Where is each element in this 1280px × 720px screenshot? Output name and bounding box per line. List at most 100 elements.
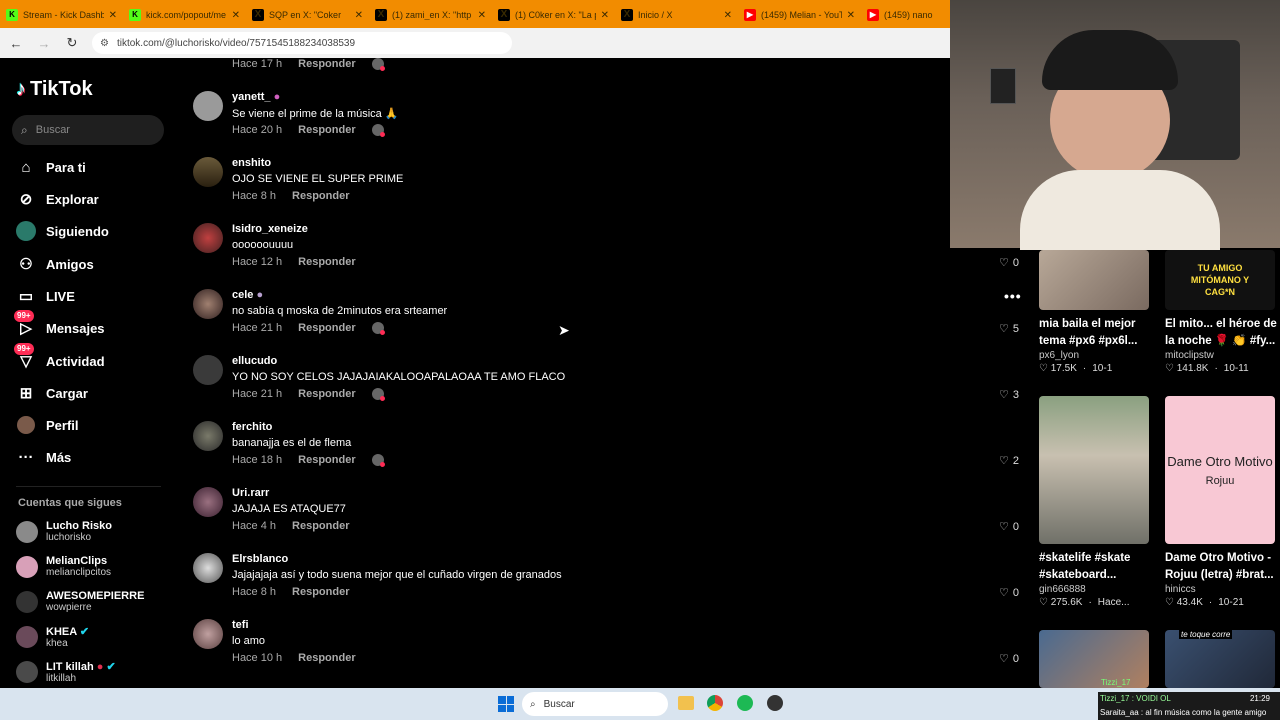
- reply-button[interactable]: Responder: [298, 322, 355, 334]
- x-icon: X: [252, 9, 264, 21]
- browser-tab[interactable]: X (1) zami_en X: "http ✕: [369, 2, 492, 28]
- comment-username[interactable]: Elrsblanco: [232, 553, 288, 565]
- browser-tab[interactable]: X Inicio / X ✕: [615, 2, 738, 28]
- avatar[interactable]: [193, 91, 223, 121]
- avatar[interactable]: [193, 157, 223, 187]
- comment-username[interactable]: Isidro_xeneize: [232, 223, 308, 235]
- like-count[interactable]: ♡ 0: [999, 652, 1019, 666]
- close-icon[interactable]: ✕: [601, 10, 609, 21]
- recommended-video[interactable]: Tizzi_17: [1039, 630, 1149, 688]
- video-thumbnail[interactable]: Tizzi_17 te toque corre: [1165, 630, 1275, 688]
- search-input[interactable]: ⌕ Buscar: [12, 115, 164, 145]
- comment-username[interactable]: enshito: [232, 157, 271, 169]
- close-icon[interactable]: ✕: [724, 10, 732, 21]
- reply-button[interactable]: Responder: [292, 586, 349, 598]
- taskbar-search[interactable]: ⌕ Buscar: [522, 692, 668, 716]
- browser-tab[interactable]: K Stream - Kick Dashbo ✕: [0, 2, 123, 28]
- browser-tab[interactable]: X (1) C0ker en X: "La po ✕: [492, 2, 615, 28]
- nav-label: Más: [46, 449, 72, 465]
- recommended-video[interactable]: Tizzi_17 te toque corre: [1165, 630, 1275, 688]
- like-count[interactable]: ♡ 5: [999, 322, 1019, 336]
- chrome-icon[interactable]: [707, 695, 723, 711]
- comment-username[interactable]: tefi: [232, 619, 249, 631]
- spotify-icon[interactable]: [737, 695, 753, 711]
- more-options-icon[interactable]: •••: [1004, 288, 1022, 304]
- thumbnail-text: Tizzi_17: [1101, 678, 1131, 687]
- close-icon[interactable]: ✕: [109, 10, 117, 21]
- windows-start-icon[interactable]: [498, 696, 514, 712]
- close-icon[interactable]: ✕: [478, 10, 486, 21]
- video-thumbnail[interactable]: TU AMIGO MITÓMANO Y CAG*N: [1165, 250, 1275, 310]
- avatar[interactable]: [193, 421, 223, 451]
- reply-button[interactable]: Responder: [298, 256, 355, 268]
- back-icon[interactable]: ←: [8, 36, 24, 51]
- following-account[interactable]: LIT killah ● ✔ litkillah: [16, 660, 116, 684]
- following-account[interactable]: AWESOMEPIERRE wowpierre: [16, 590, 144, 613]
- comment-username[interactable]: ferchito: [232, 421, 272, 433]
- video-thumbnail[interactable]: Tizzi_17: [1039, 630, 1149, 688]
- avatar[interactable]: [193, 289, 223, 319]
- nav-label: Para ti: [46, 159, 86, 175]
- avatar[interactable]: [193, 355, 223, 385]
- reply-button[interactable]: Responder: [298, 652, 355, 664]
- sidebar-item-explorar[interactable]: ⊘ Explorar: [16, 187, 99, 211]
- avatar[interactable]: [193, 619, 223, 649]
- video-thumbnail[interactable]: [1039, 250, 1149, 310]
- account-name: KHEA: [46, 626, 77, 638]
- url-field[interactable]: ⚙ tiktok.com/@luchorisko/video/757154518…: [92, 32, 512, 54]
- file-explorer-icon[interactable]: [678, 696, 694, 710]
- app-icon[interactable]: [767, 695, 783, 711]
- forward-icon[interactable]: →: [36, 36, 52, 51]
- avatar[interactable]: [193, 553, 223, 583]
- tiktok-logo[interactable]: ♪ TikTok: [16, 78, 93, 101]
- sidebar-item-actividad[interactable]: ▽ 99+ Actividad: [14, 343, 105, 373]
- like-count[interactable]: ♡ 0: [999, 520, 1019, 534]
- sidebar-item-live[interactable]: ▭ LIVE: [16, 284, 75, 308]
- close-icon[interactable]: ✕: [355, 10, 363, 21]
- comment-username[interactable]: yanett_ ●: [232, 91, 280, 103]
- reply-button[interactable]: Responder: [292, 190, 349, 202]
- reply-button[interactable]: Responder: [298, 124, 355, 136]
- reply-button[interactable]: Responder: [292, 520, 349, 532]
- avatar[interactable]: [193, 223, 223, 253]
- sidebar-item-para-ti[interactable]: ⌂ Para ti: [16, 155, 86, 179]
- browser-tab[interactable]: Kkick.com/popout/me ✕: [123, 2, 246, 28]
- avatar: [16, 555, 38, 578]
- sidebar-item-mensajes[interactable]: ▷ 99+ Mensajes: [14, 310, 105, 340]
- close-icon[interactable]: ✕: [232, 10, 240, 21]
- recommended-video[interactable]: TU AMIGO MITÓMANO Y CAG*N El mito... el …: [1165, 250, 1277, 374]
- sidebar-item-cargar[interactable]: ⊞ Cargar: [16, 381, 88, 405]
- like-count[interactable]: ♡ 3: [999, 388, 1019, 402]
- reply-button[interactable]: Responder: [298, 388, 355, 400]
- like-count[interactable]: ♡ 2: [999, 454, 1019, 468]
- recommended-video[interactable]: #skatelife #skate #skateboard... gin6668…: [1039, 396, 1149, 608]
- reply-button[interactable]: Responder: [298, 454, 355, 466]
- comment-username[interactable]: cele ●: [232, 289, 263, 301]
- browser-tab[interactable]: ▶ (1459) Melian - YouT ✕: [738, 2, 861, 28]
- sidebar-item-mas[interactable]: ··· Más: [16, 445, 72, 469]
- sidebar-item-siguiendo[interactable]: Siguiendo: [16, 219, 109, 243]
- comment-meta: Hace 18 h Responder: [232, 454, 385, 467]
- browser-tab[interactable]: ▶ (1459) nano: [861, 2, 950, 28]
- like-count[interactable]: ♡ 0: [999, 256, 1019, 270]
- sidebar-item-perfil[interactable]: Perfil: [16, 413, 79, 437]
- following-account[interactable]: Lucho Risko luchorisko: [16, 520, 112, 543]
- avatar[interactable]: [193, 487, 223, 517]
- sidebar-item-amigos[interactable]: ⚇ Amigos: [16, 252, 93, 276]
- recommended-video[interactable]: Dame Otro Motivo Rojuu Dame Otro Motivo …: [1165, 396, 1275, 608]
- video-thumbnail[interactable]: [1039, 396, 1149, 544]
- like-count[interactable]: ♡ 0: [999, 586, 1019, 600]
- following-account[interactable]: MelianClips melianclipcitos: [16, 555, 111, 578]
- video-thumbnail[interactable]: Dame Otro Motivo Rojuu: [1165, 396, 1275, 544]
- tab-title: (1459) Melian - YouT: [761, 10, 842, 20]
- recommended-video[interactable]: mia baila el mejor tema #px6 #px6l... px…: [1039, 250, 1149, 374]
- reload-icon[interactable]: ↻: [64, 35, 80, 51]
- site-info-icon[interactable]: ⚙: [100, 38, 109, 49]
- close-icon[interactable]: ✕: [847, 10, 855, 21]
- browser-tab[interactable]: X SQP en X: "Coker ✕: [246, 2, 369, 28]
- poster: [990, 68, 1016, 104]
- reply-button[interactable]: Responder: [298, 58, 355, 70]
- comment-username[interactable]: ellucudo: [232, 355, 277, 367]
- comment-username[interactable]: Uri.rarr: [232, 487, 269, 499]
- following-account[interactable]: KHEA ✔ khea: [16, 625, 89, 649]
